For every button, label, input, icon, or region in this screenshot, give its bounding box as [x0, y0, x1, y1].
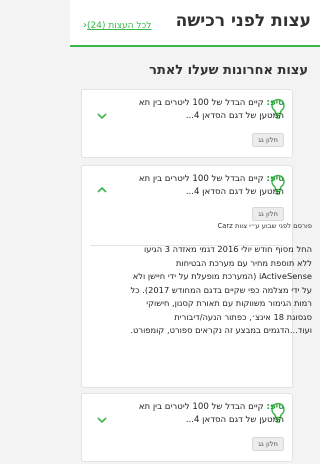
tip-card[interactable]: טיפ: קיים הבדל של 100 ליטרים בין תא המטע…	[82, 394, 292, 461]
page-header: עצות לפני רכישה לכל העצות (24)‹	[70, 0, 320, 47]
page-title: עצות לפני רכישה	[175, 11, 311, 31]
chevron-down-icon[interactable]	[96, 111, 108, 121]
tip-author: פורסם לפני שבוע ע״י צוות Carz	[217, 222, 313, 230]
tip-summary: קיים הבדל של 100 ליטרים בין תא המטען של …	[138, 174, 284, 197]
section-title: עצות אחרונות שעלו לאתר	[149, 63, 308, 78]
tip-tag[interactable]: חלון גג	[252, 437, 284, 451]
tip-label: טיפ:	[266, 174, 284, 184]
tip-label: טיפ:	[266, 98, 284, 108]
tip-tag[interactable]: חלון גג	[252, 207, 284, 221]
all-tips-link-label[interactable]: לכל העצות (24)	[87, 21, 151, 31]
chevron-up-icon[interactable]	[96, 185, 108, 195]
tip-card[interactable]: טיפ: קיים הבדל של 100 ליטרים בין תא המטע…	[82, 90, 292, 157]
tip-text: טיפ: קיים הבדל של 100 ליטרים בין תא המטע…	[114, 173, 284, 198]
chevron-down-icon[interactable]	[96, 415, 108, 425]
tip-summary: קיים הבדל של 100 ליטרים בין תא המטען של …	[138, 402, 284, 425]
tip-tag[interactable]: חלון גג	[252, 133, 284, 147]
tip-text: טיפ: קיים הבדל של 100 ליטרים בין תא המטע…	[114, 401, 284, 426]
all-tips-link[interactable]: לכל העצות (24)‹	[80, 20, 151, 31]
tips-page: עצות לפני רכישה לכל העצות (24)‹ עצות אחר…	[70, 0, 320, 464]
tip-label: טיפ:	[266, 402, 284, 412]
tip-text: טיפ: קיים הבדל של 100 ליטרים בין תא המטע…	[114, 97, 284, 122]
tip-body: החל מסוף חודש יולי 2016 דגמי מאזדה 3 הגי…	[130, 244, 312, 335]
tip-summary: קיים הבדל של 100 ליטרים בין תא המטען של …	[138, 98, 284, 121]
